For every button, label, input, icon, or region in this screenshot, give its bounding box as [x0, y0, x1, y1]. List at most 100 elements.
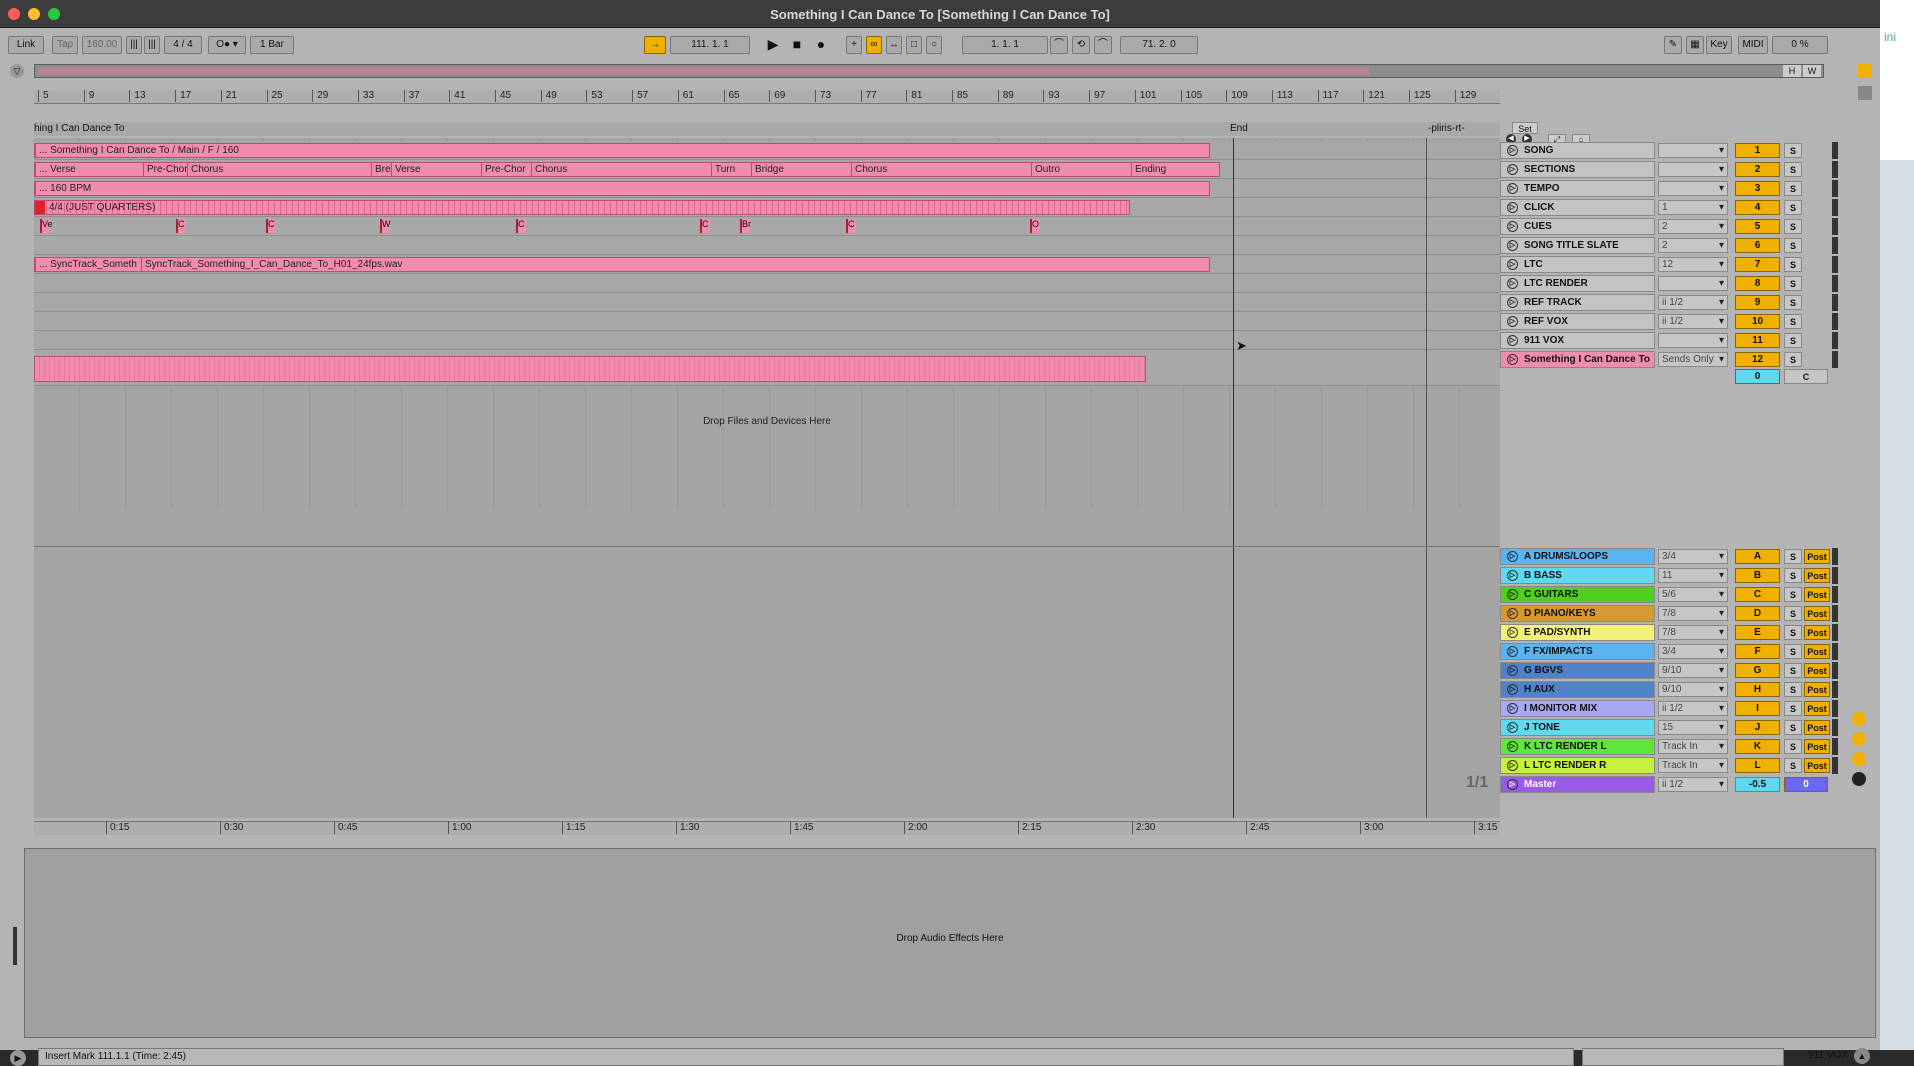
- track-number[interactable]: A: [1735, 549, 1780, 564]
- section-marker[interactable]: Chorus: [187, 163, 371, 176]
- punch-out-icon[interactable]: ⌒: [1094, 36, 1112, 54]
- cue-clip[interactable]: C: [700, 219, 710, 233]
- solo-button[interactable]: S: [1784, 352, 1802, 367]
- track-io-chooser[interactable]: 9/10: [1658, 682, 1728, 697]
- solo-button[interactable]: S: [1784, 701, 1802, 716]
- record-icon[interactable]: ●: [812, 35, 830, 53]
- pre-post-button[interactable]: Post: [1804, 625, 1830, 640]
- track-activator-icon[interactable]: ▷: [1507, 703, 1518, 714]
- cue-clip[interactable]: C: [266, 219, 276, 233]
- track-number[interactable]: F: [1735, 644, 1780, 659]
- track-number[interactable]: C: [1735, 587, 1780, 602]
- track-name[interactable]: ▷ LTC: [1500, 256, 1655, 273]
- track-row[interactable]: ▷ SECTIONS 2S: [1500, 160, 1838, 179]
- track-io-chooser[interactable]: [1658, 143, 1728, 158]
- master-pan[interactable]: 0: [1784, 777, 1828, 792]
- track-name[interactable]: ▷ F FX/IMPACTS: [1500, 643, 1655, 660]
- solo-button[interactable]: S: [1784, 257, 1802, 272]
- solo-button[interactable]: S: [1784, 238, 1802, 253]
- section-marker[interactable]: Pre-Chor: [143, 163, 188, 176]
- return-row[interactable]: ▷ A DRUMS/LOOPS 3/4 ASPost: [1500, 547, 1838, 566]
- track-name[interactable]: ▷ K LTC RENDER L: [1500, 738, 1655, 755]
- loop-switch-icon[interactable]: ⟲: [1072, 36, 1090, 54]
- track-number[interactable]: K: [1735, 739, 1780, 754]
- track-name[interactable]: ▷ Something I Can Dance To: [1500, 351, 1655, 368]
- track-number[interactable]: 10: [1735, 314, 1780, 329]
- punch-in-icon[interactable]: ⌒: [1050, 36, 1068, 54]
- pre-post-button[interactable]: Post: [1804, 663, 1830, 678]
- returns-toggle-icon[interactable]: [1852, 752, 1866, 766]
- track-io-chooser[interactable]: 1: [1658, 200, 1728, 215]
- track-io-chooser[interactable]: [1658, 333, 1728, 348]
- time-signature-field[interactable]: 4 / 4: [164, 36, 202, 54]
- pre-post-button[interactable]: Post: [1804, 549, 1830, 564]
- track-name[interactable]: ▷ REF TRACK: [1500, 294, 1655, 311]
- computer-keyboard-icon[interactable]: ▦: [1686, 36, 1704, 54]
- return-row[interactable]: ▷ B BASS 11 BSPost: [1500, 566, 1838, 585]
- track-io-chooser[interactable]: 2: [1658, 238, 1728, 253]
- loop-length-field[interactable]: 71. 2. 0: [1120, 36, 1198, 54]
- solo-button[interactable]: S: [1784, 644, 1802, 659]
- solo-button[interactable]: S: [1784, 181, 1802, 196]
- return-row[interactable]: ▷ F FX/IMPACTS 3/4 FSPost: [1500, 642, 1838, 661]
- track-activator-icon[interactable]: ▷: [1507, 646, 1518, 657]
- pre-post-button[interactable]: Post: [1804, 606, 1830, 621]
- pre-post-button[interactable]: Post: [1804, 758, 1830, 773]
- section-marker[interactable]: Brea: [371, 163, 396, 176]
- track-number[interactable]: 5: [1735, 219, 1780, 234]
- lane-something-i-can-dance-to[interactable]: [34, 350, 1500, 386]
- master-name[interactable]: ▷ Master: [1500, 776, 1655, 793]
- track-io-chooser[interactable]: ii 1/2: [1658, 314, 1728, 329]
- track-number[interactable]: 6: [1735, 238, 1780, 253]
- solo-button[interactable]: S: [1784, 219, 1802, 234]
- track-pan[interactable]: C: [1784, 369, 1828, 384]
- pre-post-button[interactable]: Post: [1804, 587, 1830, 602]
- spliris-locator[interactable]: -pliris-rt-: [1428, 123, 1465, 134]
- clip-click[interactable]: 4/4 (JUST QUARTERS): [34, 200, 1130, 215]
- solo-button[interactable]: S: [1784, 549, 1802, 564]
- track-name[interactable]: ▷ LTC RENDER: [1500, 275, 1655, 292]
- metronome-icon[interactable]: O● ▾: [208, 36, 246, 54]
- track-number[interactable]: 3: [1735, 181, 1780, 196]
- set-label[interactable]: Set: [1512, 122, 1538, 134]
- lane-song[interactable]: ... Something I Can Dance To / Main / F …: [34, 141, 1500, 160]
- clip-song[interactable]: ... Something I Can Dance To / Main / F …: [34, 143, 1210, 158]
- stop-icon[interactable]: ■: [788, 35, 806, 53]
- track-io-chooser[interactable]: Track In: [1658, 739, 1728, 754]
- track-number[interactable]: B: [1735, 568, 1780, 583]
- locator-row[interactable]: hing I Can Dance To End -pliris-rt-: [34, 122, 1500, 136]
- track-number[interactable]: 9: [1735, 295, 1780, 310]
- track-name[interactable]: ▷ B BASS: [1500, 567, 1655, 584]
- track-row[interactable]: ▷ TEMPO 3S: [1500, 179, 1838, 198]
- track-activator-icon[interactable]: ▷: [1507, 316, 1518, 327]
- solo-button[interactable]: S: [1784, 587, 1802, 602]
- pre-post-button[interactable]: Post: [1804, 739, 1830, 754]
- nudge-up-icon[interactable]: |||: [144, 36, 160, 54]
- arrangement-position-field[interactable]: 111. 1. 1: [670, 36, 750, 54]
- io-toggle-icon[interactable]: [1852, 712, 1866, 726]
- cue-clip[interactable]: C: [176, 219, 186, 233]
- track-io-chooser[interactable]: [1658, 181, 1728, 196]
- track-number[interactable]: I: [1735, 701, 1780, 716]
- cue-clip[interactable]: Br: [740, 219, 751, 233]
- key-map-button[interactable]: Key: [1706, 36, 1732, 54]
- solo-button[interactable]: S: [1784, 295, 1802, 310]
- track-activator-icon[interactable]: ▷: [1507, 589, 1518, 600]
- pre-post-button[interactable]: Post: [1804, 568, 1830, 583]
- track-number[interactable]: J: [1735, 720, 1780, 735]
- solo-button[interactable]: S: [1784, 758, 1802, 773]
- crossfader-toggle-icon[interactable]: [1852, 772, 1866, 786]
- cue-clip[interactable]: C: [516, 219, 526, 233]
- track-io-chooser[interactable]: [1658, 162, 1728, 177]
- cue-clip[interactable]: O: [1030, 219, 1040, 233]
- track-activator-icon[interactable]: ▷: [1507, 335, 1518, 346]
- return-row[interactable]: ▷ J TONE 15 JSPost: [1500, 718, 1838, 737]
- track-name[interactable]: ▷ CUES: [1500, 218, 1655, 235]
- track-name[interactable]: ▷ E PAD/SYNTH: [1500, 624, 1655, 641]
- clip-sections[interactable]: ... Verse Pre-Chor Chorus Brea Verse Pre-Chor…: [34, 162, 1220, 177]
- track-number[interactable]: 4: [1735, 200, 1780, 215]
- track-row[interactable]: ▷ SONG 1S: [1500, 141, 1838, 160]
- track-number[interactable]: 7: [1735, 257, 1780, 272]
- lane-cues[interactable]: Ve C C W C C Br C O: [34, 217, 1500, 236]
- solo-button[interactable]: S: [1784, 720, 1802, 735]
